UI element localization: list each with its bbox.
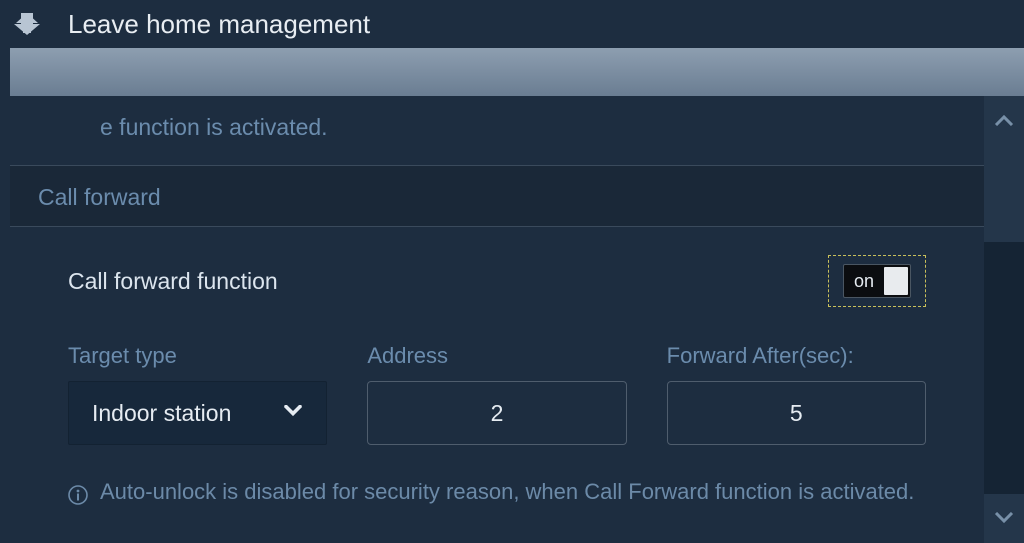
toggle-highlight: on [828, 255, 926, 307]
content-area: e function is activated. Call forward Ca… [10, 96, 984, 520]
info-note: Auto-unlock is disabled for security rea… [10, 445, 984, 520]
section-title-call-forward: Call forward [10, 165, 984, 227]
info-text: Auto-unlock is disabled for security rea… [100, 475, 914, 508]
info-icon [68, 481, 88, 501]
truncated-info-text: e function is activated. [10, 96, 984, 165]
address-field: Address 2 [367, 343, 626, 445]
gradient-bar [10, 48, 1024, 96]
forward-after-value: 5 [790, 400, 803, 427]
target-type-label: Target type [68, 343, 327, 369]
call-forward-label: Call forward function [68, 268, 278, 295]
address-input[interactable]: 2 [367, 381, 626, 445]
address-label: Address [367, 343, 626, 369]
scroll-thumb[interactable] [984, 242, 1024, 494]
forward-after-input[interactable]: 5 [667, 381, 926, 445]
back-arrow-icon[interactable] [12, 9, 42, 39]
page-header: Leave home management [0, 0, 1024, 48]
target-type-value: Indoor station [92, 400, 231, 427]
scroll-down-button[interactable] [984, 494, 1024, 542]
fields-row: Target type Indoor station Address 2 For… [10, 335, 984, 445]
scroll-up-button[interactable] [984, 96, 1024, 144]
forward-after-field: Forward After(sec): 5 [667, 343, 926, 445]
toggle-state-text: on [854, 271, 874, 292]
toggle-row: Call forward function on [10, 227, 984, 335]
chevron-down-icon [283, 404, 303, 422]
address-value: 2 [491, 400, 504, 427]
toggle-knob [884, 267, 908, 295]
scrollbar[interactable] [984, 96, 1024, 543]
target-type-select[interactable]: Indoor station [68, 381, 327, 445]
page-title: Leave home management [68, 9, 370, 40]
scroll-track[interactable] [984, 144, 1024, 494]
call-forward-toggle[interactable]: on [843, 264, 911, 298]
forward-after-label: Forward After(sec): [667, 343, 926, 369]
target-type-field: Target type Indoor station [68, 343, 327, 445]
